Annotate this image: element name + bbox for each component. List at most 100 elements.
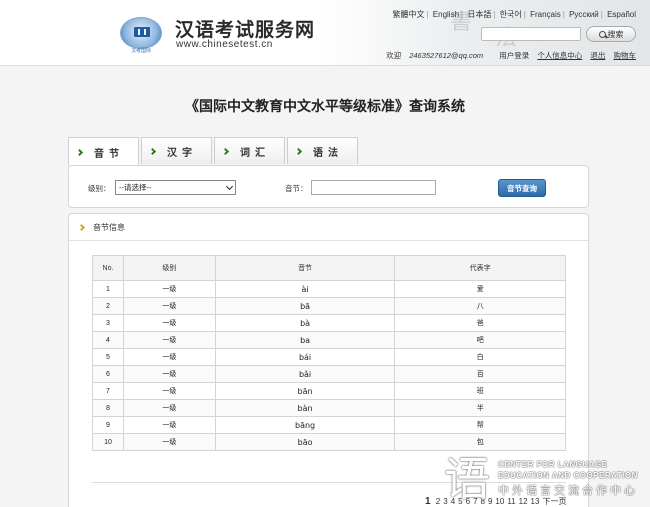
row-level: 一级: [122, 416, 216, 434]
row-number: 4: [92, 331, 124, 349]
row-number: 2: [92, 297, 124, 315]
table-row: 2 一级 bā 八: [92, 297, 566, 315]
tab-label: 词汇: [240, 147, 270, 159]
lang-korean[interactable]: 한국어: [500, 10, 522, 19]
row-syllable: bái: [214, 348, 396, 366]
site-search-input[interactable]: [481, 27, 581, 41]
lang-french[interactable]: Français: [530, 10, 561, 19]
table-header-row: No. 级别 音节 代表字: [92, 255, 566, 281]
row-character: 帮: [394, 416, 566, 434]
table-row: 10 一级 bāo 包: [92, 433, 566, 451]
lang-russian[interactable]: Русский: [569, 10, 599, 19]
page-title: 《国际中文教育中文水平等级标准》查询系统: [185, 99, 465, 115]
chevron-right-icon: [148, 147, 157, 155]
page-current: 1: [425, 496, 431, 507]
tab-grammar[interactable]: 语法: [287, 137, 358, 164]
table-row: 1 一级 ài 爱: [92, 280, 566, 298]
row-character: 八: [394, 297, 566, 315]
row-number: 8: [92, 399, 124, 417]
row-level: 一级: [122, 365, 216, 383]
row-number: 3: [92, 314, 124, 332]
lang-traditional-chinese[interactable]: 繁體中文: [392, 10, 424, 19]
row-character: 包: [394, 433, 566, 451]
column-header-syllable: 音节: [214, 255, 396, 281]
table-row: 7 一级 bān 班: [92, 382, 566, 400]
chevron-right-icon: [294, 147, 303, 155]
row-character: 白: [394, 348, 566, 366]
site-search-button[interactable]: 搜索: [586, 26, 636, 42]
table-row: 3 一级 bà 爸: [92, 314, 566, 332]
row-level: 一级: [122, 433, 216, 451]
row-level: 一级: [122, 348, 216, 366]
table-row: 4 一级 ba 吧: [92, 331, 566, 349]
chevron-right-icon: [75, 148, 84, 156]
lang-spanish[interactable]: Español: [607, 10, 636, 19]
row-level: 一级: [122, 382, 216, 400]
row-level: 一级: [122, 314, 216, 332]
row-number: 10: [92, 433, 124, 451]
syllable-query-button[interactable]: 音节查询: [498, 179, 546, 197]
search-icon: [598, 30, 606, 38]
column-header-character: 代表字: [394, 255, 566, 281]
watermark-english-line-2: EDUCATION AND COOPERATION: [498, 471, 638, 480]
row-syllable: bàn: [214, 399, 396, 417]
site-url: www.chinesetest.cn: [176, 39, 273, 50]
tab-characters[interactable]: 汉字: [141, 137, 212, 164]
query-tabs: 音节 汉字 词汇 语法: [68, 137, 358, 166]
user-bar: 欢迎 2463527612@qq.com 用户登录 个人信息中心 退出 购物车: [386, 50, 636, 61]
tab-vocabulary[interactable]: 词汇: [214, 137, 285, 164]
row-number: 7: [92, 382, 124, 400]
search-button-label: 搜索: [607, 29, 624, 39]
tab-label: 汉字: [167, 147, 197, 159]
column-header-level: 级别: [122, 255, 216, 281]
row-level: 一级: [122, 399, 216, 417]
watermark-english-line-1: CENTER FOR LANGUAGE: [498, 460, 608, 469]
row-character: 半: [394, 399, 566, 417]
row-number: 5: [92, 348, 124, 366]
row-syllable: bǎi: [214, 365, 396, 383]
level-select-value: --请选择--: [119, 183, 152, 192]
row-level: 一级: [122, 280, 216, 298]
row-number: 9: [92, 416, 124, 434]
column-header-no: No.: [92, 255, 124, 281]
syllable-label: 音节：: [285, 184, 308, 193]
row-character: 爸: [394, 314, 566, 332]
row-syllable: ba: [214, 331, 396, 349]
logout-link[interactable]: 退出: [590, 51, 605, 60]
row-syllable: bāo: [214, 433, 396, 451]
syllable-input[interactable]: [311, 180, 436, 195]
row-character: 吧: [394, 331, 566, 349]
lang-english[interactable]: English: [433, 10, 459, 19]
welcome-text: 欢迎: [386, 51, 402, 60]
row-character: 百: [394, 365, 566, 383]
syllable-table: No. 级别 音节 代表字 1 一级 ài 爱 2 一级 bā 八 3 一级 bà 爸 4 一级 ba 吧 5 一…: [92, 255, 566, 451]
query-panel: 级别： --请选择-- 音节： 音节查询: [68, 165, 589, 208]
row-level: 一级: [122, 331, 216, 349]
site-header: 書 法 汉考国际 汉语考试服务网 www.chinesetest.cn 繁體中文…: [0, 0, 650, 66]
tab-label: 音节: [94, 148, 124, 160]
table-row: 9 一级 bāng 帮: [92, 416, 566, 434]
row-syllable: bā: [214, 297, 396, 315]
tab-syllable[interactable]: 音节: [68, 137, 139, 166]
watermark-logo-icon: 语: [444, 452, 490, 506]
lang-japanese[interactable]: 日本語: [467, 10, 491, 19]
row-syllable: bān: [214, 382, 396, 400]
table-row: 8 一级 bàn 半: [92, 399, 566, 417]
site-logo[interactable]: [120, 17, 162, 49]
chevron-right-icon: [77, 223, 86, 231]
table-row: 5 一级 bái 白: [92, 348, 566, 366]
row-syllable: ài: [214, 280, 396, 298]
level-label: 级别：: [88, 184, 111, 193]
cart-link[interactable]: 购物车: [614, 51, 637, 60]
row-level: 一级: [122, 297, 216, 315]
level-select[interactable]: --请选择--: [115, 180, 236, 195]
user-email: 2463527612@qq.com: [409, 51, 484, 60]
result-heading: 音节信息: [93, 222, 125, 232]
chevron-down-icon: [225, 182, 234, 191]
logo-caption: 汉考国际: [131, 48, 152, 54]
personal-center-link[interactable]: 个人信息中心: [537, 51, 582, 60]
user-login-link[interactable]: 用户登录: [499, 51, 529, 60]
row-syllable: bà: [214, 314, 396, 332]
language-switcher: 繁體中文 | English | 日本語 | 한국어 | Français | Русск…: [392, 10, 636, 19]
site-title[interactable]: 汉语考试服务网: [175, 15, 315, 42]
